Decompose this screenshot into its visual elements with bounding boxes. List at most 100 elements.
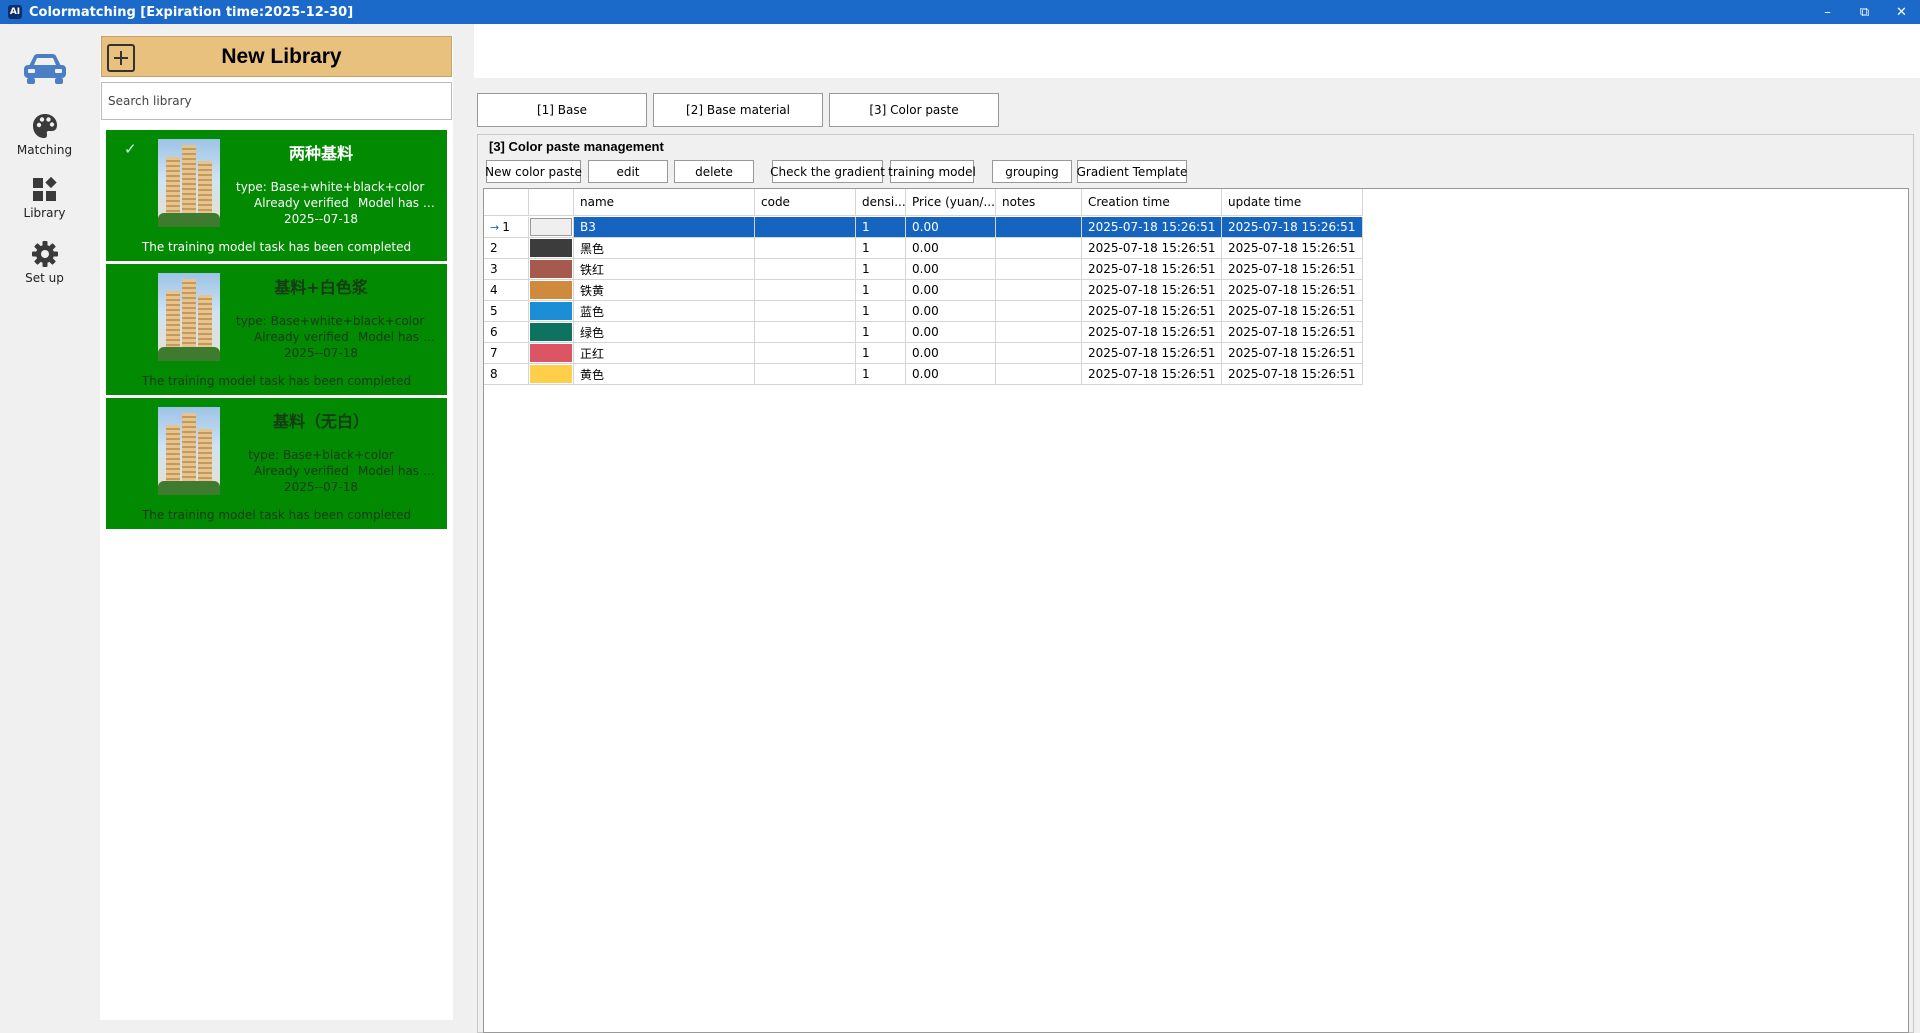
price-cell[interactable]: 0.00 (906, 217, 996, 238)
code-cell[interactable] (755, 238, 856, 259)
code-cell[interactable] (755, 217, 856, 238)
edit-button[interactable]: edit (588, 160, 668, 183)
row-number-cell[interactable]: 3 (484, 259, 529, 280)
color-swatch-cell[interactable] (529, 259, 574, 280)
tab-base-material[interactable]: [2] Base material (653, 93, 823, 127)
density-cell[interactable]: 1 (856, 238, 906, 259)
header-update-time[interactable]: update time (1222, 189, 1363, 216)
table-row[interactable]: 2 黑色 1 0.00 2025-07-18 15:26:51 2025-07-18 15… (484, 238, 1364, 259)
name-cell[interactable]: 绿色 (574, 322, 755, 343)
library-card[interactable]: 基料+白色浆 type: Base+white+black+color Alre… (106, 264, 447, 395)
color-swatch-cell[interactable] (529, 301, 574, 322)
creation-time-cell[interactable]: 2025-07-18 15:26:51 (1082, 280, 1222, 301)
minimize-button[interactable]: – (1809, 0, 1846, 24)
gradient-template-button[interactable]: Gradient Template (1077, 160, 1187, 183)
restore-button[interactable]: ⧉ (1846, 0, 1883, 24)
creation-time-cell[interactable]: 2025-07-18 15:26:51 (1082, 259, 1222, 280)
table-row[interactable]: → 1 B3 1 0.00 2025-07-18 15:26:51 2025-07-18 1… (484, 217, 1364, 238)
header-code[interactable]: code (755, 189, 856, 216)
table-row[interactable]: 3 铁红 1 0.00 2025-07-18 15:26:51 2025-07-18 15… (484, 259, 1364, 280)
table-row[interactable]: 6 绿色 1 0.00 2025-07-18 15:26:51 2025-07-18 15… (484, 322, 1364, 343)
row-number-cell[interactable]: 5 (484, 301, 529, 322)
row-number-cell[interactable]: 2 (484, 238, 529, 259)
code-cell[interactable] (755, 364, 856, 385)
update-time-cell[interactable]: 2025-07-18 15:26:51 (1222, 259, 1363, 280)
price-cell[interactable]: 0.00 (906, 322, 996, 343)
name-cell[interactable]: 铁黄 (574, 280, 755, 301)
training-model-button[interactable]: training model (888, 160, 976, 183)
code-cell[interactable] (755, 322, 856, 343)
search-library-input[interactable] (101, 82, 452, 120)
color-swatch-cell[interactable] (529, 280, 574, 301)
code-cell[interactable] (755, 259, 856, 280)
check-gradient-button[interactable]: Check the gradient (770, 160, 885, 183)
nav-setup[interactable]: Set up (0, 240, 89, 285)
row-number-cell[interactable]: 8 (484, 364, 529, 385)
notes-cell[interactable] (996, 364, 1082, 385)
header-density[interactable]: densi... (856, 189, 906, 216)
row-number-cell[interactable]: → 1 (484, 217, 529, 238)
name-cell[interactable]: 正红 (574, 343, 755, 364)
tab-base[interactable]: [1] Base (477, 93, 647, 127)
header-creation-time[interactable]: Creation time (1082, 189, 1222, 216)
delete-button[interactable]: delete (674, 160, 754, 183)
color-swatch-cell[interactable] (529, 364, 574, 385)
price-cell[interactable]: 0.00 (906, 343, 996, 364)
name-cell[interactable]: 铁红 (574, 259, 755, 280)
creation-time-cell[interactable]: 2025-07-18 15:26:51 (1082, 343, 1222, 364)
color-swatch-cell[interactable] (529, 217, 574, 238)
nav-matching[interactable]: Matching (0, 112, 89, 157)
nav-car[interactable] (0, 50, 89, 88)
price-cell[interactable]: 0.00 (906, 301, 996, 322)
notes-cell[interactable] (996, 280, 1082, 301)
price-cell[interactable]: 0.00 (906, 238, 996, 259)
density-cell[interactable]: 1 (856, 259, 906, 280)
row-number-cell[interactable]: 7 (484, 343, 529, 364)
name-cell[interactable]: 黑色 (574, 238, 755, 259)
density-cell[interactable]: 1 (856, 364, 906, 385)
library-card[interactable]: 基料（无白） type: Base+black+color Already ve… (106, 398, 447, 529)
name-cell[interactable]: B3 (574, 217, 755, 238)
update-time-cell[interactable]: 2025-07-18 15:26:51 (1222, 238, 1363, 259)
notes-cell[interactable] (996, 301, 1082, 322)
density-cell[interactable]: 1 (856, 301, 906, 322)
update-time-cell[interactable]: 2025-07-18 15:26:51 (1222, 217, 1363, 238)
code-cell[interactable] (755, 301, 856, 322)
creation-time-cell[interactable]: 2025-07-18 15:26:51 (1082, 364, 1222, 385)
name-cell[interactable]: 蓝色 (574, 301, 755, 322)
creation-time-cell[interactable]: 2025-07-18 15:26:51 (1082, 322, 1222, 343)
header-notes[interactable]: notes (996, 189, 1082, 216)
update-time-cell[interactable]: 2025-07-18 15:26:51 (1222, 343, 1363, 364)
creation-time-cell[interactable]: 2025-07-18 15:26:51 (1082, 301, 1222, 322)
table-row[interactable]: 8 黄色 1 0.00 2025-07-18 15:26:51 2025-07-18 15… (484, 364, 1364, 385)
notes-cell[interactable] (996, 259, 1082, 280)
table-row[interactable]: 5 蓝色 1 0.00 2025-07-18 15:26:51 2025-07-18 15… (484, 301, 1364, 322)
notes-cell[interactable] (996, 322, 1082, 343)
price-cell[interactable]: 0.00 (906, 280, 996, 301)
row-number-cell[interactable]: 6 (484, 322, 529, 343)
density-cell[interactable]: 1 (856, 280, 906, 301)
table-row[interactable]: 7 正红 1 0.00 2025-07-18 15:26:51 2025-07-18 15… (484, 343, 1364, 364)
name-cell[interactable]: 黄色 (574, 364, 755, 385)
creation-time-cell[interactable]: 2025-07-18 15:26:51 (1082, 238, 1222, 259)
nav-library[interactable]: Library (0, 177, 89, 220)
color-swatch-cell[interactable] (529, 343, 574, 364)
creation-time-cell[interactable]: 2025-07-18 15:26:51 (1082, 217, 1222, 238)
notes-cell[interactable] (996, 238, 1082, 259)
update-time-cell[interactable]: 2025-07-18 15:26:51 (1222, 364, 1363, 385)
row-number-cell[interactable]: 4 (484, 280, 529, 301)
color-swatch-cell[interactable] (529, 238, 574, 259)
notes-cell[interactable] (996, 343, 1082, 364)
color-paste-table[interactable]: name code densi... Price (yuan/... notes… (483, 188, 1909, 1033)
notes-cell[interactable] (996, 217, 1082, 238)
density-cell[interactable]: 1 (856, 217, 906, 238)
close-button[interactable]: ✕ (1883, 0, 1920, 24)
update-time-cell[interactable]: 2025-07-18 15:26:51 (1222, 301, 1363, 322)
density-cell[interactable]: 1 (856, 343, 906, 364)
color-swatch-cell[interactable] (529, 322, 574, 343)
table-row[interactable]: 4 铁黄 1 0.00 2025-07-18 15:26:51 2025-07-18 15… (484, 280, 1364, 301)
update-time-cell[interactable]: 2025-07-18 15:26:51 (1222, 322, 1363, 343)
new-color-paste-button[interactable]: New color paste (485, 160, 582, 183)
density-cell[interactable]: 1 (856, 322, 906, 343)
new-library-button[interactable]: New Library (101, 36, 452, 77)
